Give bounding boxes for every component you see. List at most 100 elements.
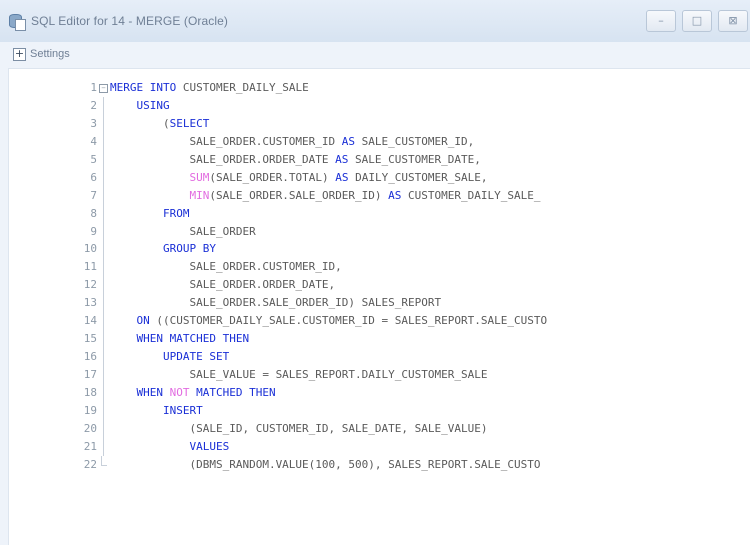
fold-guide-line	[97, 276, 110, 295]
line-number: 16	[83, 350, 97, 364]
line-number: 20	[83, 421, 97, 435]
fold-guide-line	[97, 383, 110, 402]
fold-guide-line	[97, 150, 110, 169]
code-text: SALE_ORDER.CUSTOMER_ID AS SALE_CUSTOMER_…	[110, 133, 474, 151]
sql-token: DAILY_CUSTOMER_SALE,	[348, 170, 488, 184]
sql-keyword: AS	[335, 152, 349, 166]
sql-token: SALE_ORDER.CUSTOMER_ID	[110, 134, 342, 148]
sql-function: SUM	[189, 170, 210, 184]
maximize-button[interactable]: □	[682, 10, 712, 32]
fold-guide-line	[97, 294, 110, 313]
code-line[interactable]: 5 SALE_ORDER.ORDER_DATE AS SALE_CUSTOMER…	[9, 150, 547, 169]
sql-keyword: INSERT	[162, 403, 203, 417]
sql-keyword: GROUP BY	[162, 242, 216, 256]
sql-function: NOT	[169, 385, 190, 399]
code-line[interactable]: 3 (SELECT	[9, 114, 547, 133]
code-text: (SALE_ID, CUSTOMER_ID, SALE_DATE, SALE_V…	[110, 420, 488, 438]
sql-keyword: FROM	[162, 206, 190, 220]
collapse-icon[interactable]: −	[97, 79, 110, 97]
fold-guide-line	[97, 401, 110, 420]
code-text: GROUP BY	[110, 240, 216, 258]
sql-keyword: VALUES	[189, 439, 230, 453]
expand-settings-icon[interactable]: +	[13, 47, 26, 61]
sql-keyword: WHEN MATCHED THEN	[136, 332, 250, 346]
code-line[interactable]: 7 MIN(SALE_ORDER.SALE_ORDER_ID) AS CUSTO…	[9, 186, 547, 205]
code-line[interactable]: 11 SALE_ORDER.CUSTOMER_ID,	[9, 258, 547, 277]
code-line[interactable]: 16 UPDATE SET	[9, 348, 547, 366]
code-text: SALE_ORDER.ORDER_DATE,	[110, 276, 335, 294]
sql-token: (SALE_ID, CUSTOMER_ID, SALE_DATE, SALE_V…	[110, 421, 488, 435]
line-number: 14	[83, 314, 97, 328]
fold-guide-line	[97, 312, 110, 331]
fold-guide-line	[97, 96, 110, 115]
sql-token: SALE_ORDER.CUSTOMER_ID,	[110, 260, 342, 274]
fold-guide-line	[97, 330, 110, 349]
sql-function: MIN	[189, 188, 210, 202]
code-line[interactable]: 2 USING	[9, 96, 547, 115]
line-number: 15	[83, 332, 97, 346]
code-line[interactable]: 6 SUM(SALE_ORDER.TOTAL) AS DAILY_CUSTOME…	[9, 168, 547, 187]
settings-label[interactable]: Settings	[30, 48, 70, 60]
sql-token: CUSTOMER_DAILY_SALE	[176, 81, 309, 94]
sql-keyword: AS	[388, 188, 402, 202]
sql-token: SALE_VALUE = SALES_REPORT.DAILY_CUSTOMER…	[110, 368, 488, 381]
line-number: 19	[83, 403, 97, 417]
code-line[interactable]: 10 GROUP BY	[9, 240, 547, 259]
code-line[interactable]: 22 (DBMS_RANDOM.VALUE(100, 500), SALES_R…	[9, 455, 547, 474]
code-text: SALE_ORDER.SALE_ORDER_ID) SALES_REPORT	[110, 294, 441, 312]
code-line[interactable]: 20 (SALE_ID, CUSTOMER_ID, SALE_DATE, SAL…	[9, 419, 547, 438]
code-line[interactable]: 4 SALE_ORDER.CUSTOMER_ID AS SALE_CUSTOME…	[9, 132, 547, 151]
sql-token: SALE_CUSTOMER_DATE,	[348, 152, 481, 166]
sql-token: CUSTOMER_DAILY_SALE_	[401, 188, 541, 202]
sql-editor-window: SQL Editor for 14 - MERGE (Oracle) – □ ⊠…	[0, 0, 750, 545]
minimize-button[interactable]: –	[646, 10, 676, 32]
line-number: 12	[83, 278, 97, 292]
close-button[interactable]: ⊠	[718, 10, 748, 32]
sql-token: SALE_ORDER	[110, 224, 256, 238]
code-line[interactable]: 15 WHEN MATCHED THEN	[9, 330, 547, 349]
code-lines: 1− MERGE INTO CUSTOMER_DAILY_SALE 2 USING 3…	[9, 79, 547, 474]
line-number: 21	[83, 439, 97, 453]
code-line[interactable]: 13 SALE_ORDER.SALE_ORDER_ID) SALES_REPOR…	[9, 294, 547, 313]
code-line[interactable]: 9 SALE_ORDER	[9, 222, 547, 241]
code-text: USING	[110, 97, 169, 115]
fold-guide-line	[97, 132, 110, 151]
code-text: UPDATE SET	[110, 348, 229, 366]
line-number: 5	[90, 152, 97, 166]
code-text: SUM(SALE_ORDER.TOTAL) AS DAILY_CUSTOMER_…	[110, 169, 488, 187]
line-number: 7	[90, 188, 97, 202]
code-line[interactable]: 12 SALE_ORDER.ORDER_DATE,	[9, 276, 547, 295]
line-number: 6	[90, 170, 97, 184]
code-text: MIN(SALE_ORDER.SALE_ORDER_ID) AS CUSTOME…	[110, 187, 541, 205]
fold-guide-line	[97, 348, 110, 366]
code-text: INSERT	[110, 402, 203, 420]
sql-keyword: SELECT	[169, 116, 210, 130]
code-text: SALE_ORDER	[110, 223, 256, 241]
code-text: FROM	[110, 205, 190, 223]
code-line[interactable]: 8 FROM	[9, 204, 547, 223]
line-number: 1	[90, 81, 97, 94]
line-number: 3	[90, 116, 97, 130]
code-line[interactable]: 21 VALUES	[9, 437, 547, 456]
fold-guide-line	[97, 186, 110, 205]
line-number: 8	[90, 206, 97, 220]
code-line[interactable]: 14 ON ((CUSTOMER_DAILY_SALE.CUSTOMER_ID …	[9, 312, 547, 331]
title-bar[interactable]: SQL Editor for 14 - MERGE (Oracle) – □ ⊠	[0, 0, 750, 42]
sql-token: (DBMS_RANDOM.VALUE(100, 500), SALES_REPO…	[110, 457, 541, 471]
sql-token: SALE_CUSTOMER_ID,	[355, 134, 475, 148]
code-editor[interactable]: 1− MERGE INTO CUSTOMER_DAILY_SALE 2 USING 3…	[8, 68, 750, 545]
line-number: 18	[83, 385, 97, 399]
code-line[interactable]: 17 SALE_VALUE = SALES_REPORT.DAILY_CUSTO…	[9, 366, 547, 384]
code-line[interactable]: 18 WHEN NOT MATCHED THEN	[9, 383, 547, 402]
sql-keyword: WHEN	[136, 385, 170, 399]
sql-token: (SALE_ORDER.SALE_ORDER_ID)	[209, 188, 389, 202]
sql-keyword: AS	[335, 170, 349, 184]
line-number: 4	[90, 134, 97, 148]
code-line[interactable]: 19 INSERT	[9, 401, 547, 420]
code-line[interactable]: 1− MERGE INTO CUSTOMER_DAILY_SALE	[9, 79, 547, 97]
line-number: 22	[83, 457, 97, 471]
